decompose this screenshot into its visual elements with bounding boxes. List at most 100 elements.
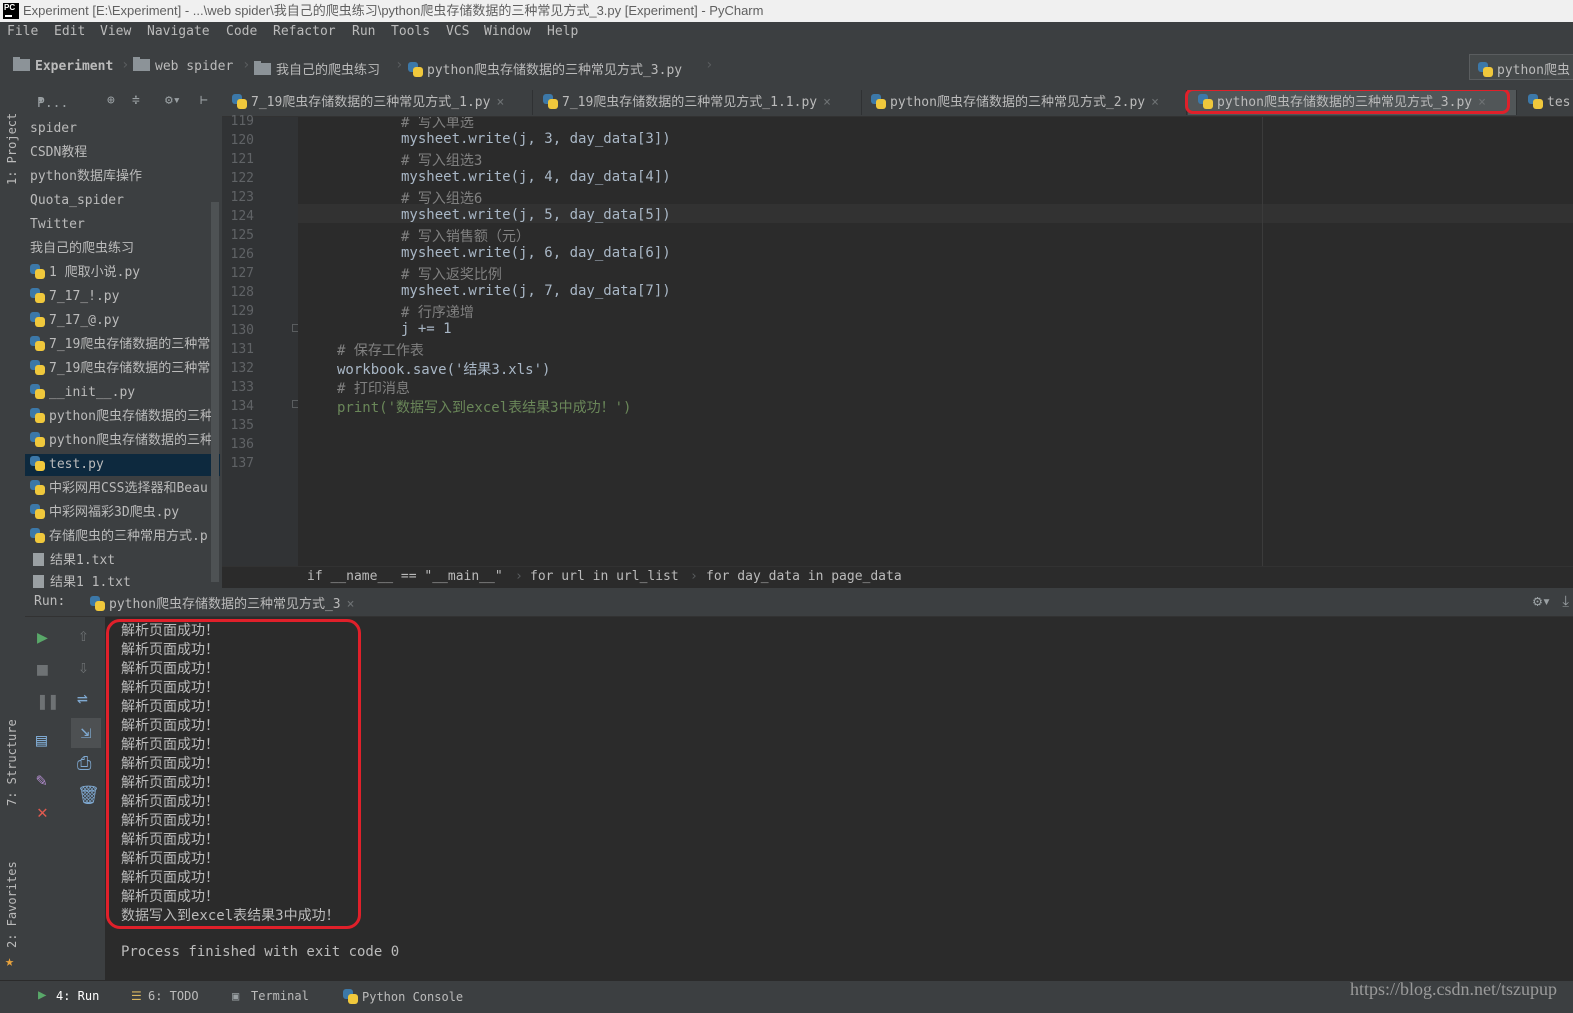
folder-icon [254, 61, 271, 75]
python-file-icon [232, 94, 247, 109]
terminal-tool-button[interactable]: Terminal [251, 989, 309, 1003]
tree-item-folder[interactable]: python数据库操作 [30, 166, 142, 188]
close-icon[interactable]: × [823, 95, 831, 110]
scroll-to-end-icon[interactable]: ⇲ [71, 718, 101, 748]
soft-wrap-icon[interactable]: ⇌ [77, 690, 88, 708]
editor-gutter: 119 120 121 122 123 124 125 126 127 128 … [222, 114, 300, 567]
nav-crumb-file[interactable]: python爬虫存储数据的三种常见方式_3.py [408, 59, 682, 78]
tree-item-folder[interactable]: Twitter [30, 214, 85, 236]
python-file-icon [1528, 94, 1543, 109]
run-config-tab[interactable]: python爬虫存储数据的三种常见方式_3 × [90, 593, 354, 612]
nav-crumb-project[interactable]: Experiment [13, 57, 113, 74]
tree-item-file[interactable]: python爬虫存储数据的三种 [30, 406, 213, 428]
close-run-icon[interactable]: ✕ [37, 804, 48, 822]
close-icon[interactable]: × [496, 95, 504, 110]
editor-tab-bar: 7_19爬虫存储数据的三种常见方式_1.py × 7_19爬虫存储数据的三种常见方… [222, 90, 1573, 117]
close-icon[interactable]: × [1151, 95, 1159, 110]
python-file-icon [30, 432, 45, 447]
print-icon[interactable]: ⎙ [77, 755, 91, 773]
breadcrumb-for-url[interactable]: for url in url_list [530, 569, 679, 584]
structure-tool-button[interactable]: 7: Structure [5, 719, 19, 806]
tree-item-file[interactable]: __init__.py [30, 382, 135, 404]
menu-vcs[interactable]: VCS [446, 24, 469, 39]
tree-item-file[interactable]: 7_17_!.py [30, 286, 119, 308]
tree-item-file[interactable]: 结果1.txt [30, 550, 115, 572]
star-icon: ★ [5, 952, 15, 970]
code-line: mysheet.write(j, 7, day_data[7]) [401, 283, 671, 299]
menu-refactor[interactable]: Refactor [273, 24, 336, 39]
menu-file[interactable]: File [7, 24, 38, 39]
download-icon[interactable]: ⤓ [1562, 592, 1569, 610]
line-number: 126 [230, 247, 254, 262]
python-console-tool-button[interactable]: Python Console [343, 989, 463, 1004]
breadcrumb-for-day-data[interactable]: for day_data in page_data [706, 569, 902, 584]
pause-icon[interactable]: ❚❚ [37, 693, 59, 711]
tab-file-2[interactable]: 7_19爬虫存储数据的三种常见方式_1.1.py × [533, 90, 862, 115]
layout-icon[interactable]: ▤ [36, 732, 47, 750]
tree-item-file[interactable]: 中彩网用CSS选择器和Beau [30, 478, 208, 500]
nav-crumb-practice[interactable]: 我自己的爬虫练习 [254, 59, 380, 78]
stop-icon[interactable]: ■ [37, 661, 48, 679]
tree-item-folder[interactable]: 我自己的爬虫练习 [30, 238, 134, 260]
line-number: 120 [230, 133, 254, 148]
tree-item-file[interactable]: 存储爬虫的三种常用方式.p [30, 526, 208, 548]
run-toolbar: ▶ ■ ❚❚ ▤ ✎ ✕ ⇧ ⇩ ⇌ ⇲ ⎙ 🗑 [25, 617, 105, 980]
hide-panel-icon[interactable]: ⊢ [200, 93, 208, 108]
line-number: 119 [230, 114, 254, 129]
locate-icon[interactable]: ⊕ [107, 93, 115, 108]
run-console[interactable]: 解析页面成功！ 解析页面成功！ 解析页面成功！ 解析页面成功！ 解析页面成功！ … [106, 617, 1573, 980]
code-editor[interactable]: # 写入单选 mysheet.write(j, 3, day_data[3]) … [298, 117, 1573, 567]
left-tool-stripe: 1: Project 7: Structure 2: Favorites ★ [0, 90, 26, 980]
line-number: 124 [230, 209, 254, 224]
title-bar: PC Experiment [E:\Experiment] - ...\web … [0, 0, 1573, 22]
tree-item-folder[interactable]: CSDN教程 [30, 142, 87, 164]
project-panel: P... ▾ ⊕ ≑ ⚙▾ ⊢ spider CSDN教程 python数据库操… [25, 90, 222, 588]
menu-window[interactable]: Window [484, 24, 531, 39]
arrow-up-icon[interactable]: ⇧ [78, 627, 89, 645]
arrow-down-icon[interactable]: ⇩ [78, 659, 89, 677]
python-file-icon [30, 528, 45, 543]
menu-view[interactable]: View [100, 24, 131, 39]
tree-item-file[interactable]: python爬虫存储数据的三种 [30, 430, 213, 452]
tree-item-file[interactable]: 中彩网福彩3D爬虫.py [30, 502, 179, 524]
breadcrumb-if-main[interactable]: if __name__ == "__main__" [307, 569, 503, 584]
todo-tool-button[interactable]: 6: TODO [148, 989, 199, 1003]
project-view-selector[interactable]: P... ▾ [37, 93, 68, 111]
menu-tools[interactable]: Tools [391, 24, 430, 39]
project-scrollbar[interactable] [211, 202, 219, 582]
favorites-tool-button[interactable]: 2: Favorites [5, 861, 19, 948]
menu-run[interactable]: Run [352, 24, 375, 39]
menu-edit[interactable]: Edit [54, 24, 85, 39]
line-number: 133 [230, 380, 254, 395]
project-tool-button[interactable]: 1: Project [5, 113, 19, 185]
tab-file-3[interactable]: python爬虫存储数据的三种常见方式_2.py × [861, 90, 1187, 115]
tree-item-file[interactable]: 7_19爬虫存储数据的三种常 [30, 334, 210, 356]
menu-help[interactable]: Help [547, 24, 578, 39]
tree-item-file-selected[interactable]: test.py [25, 454, 220, 476]
menu-navigate[interactable]: Navigate [147, 24, 210, 39]
code-line: # 写入销售额（元） [401, 229, 530, 245]
collapse-all-icon[interactable]: ≑ [132, 93, 140, 108]
run-tool-button[interactable]: 4: Run [56, 989, 99, 1003]
menu-bar: File Edit View Navigate Code Refactor Ru… [0, 22, 1573, 44]
gear-icon[interactable]: ⚙▾ [165, 93, 181, 108]
tree-item-file[interactable]: 1 爬取小说.py [30, 262, 140, 284]
close-icon[interactable]: × [347, 597, 355, 612]
tree-item-folder[interactable]: Quota_spider [30, 190, 124, 212]
nav-crumb-web-spider[interactable]: web spider [133, 57, 233, 74]
tab-file-5[interactable]: tes [1518, 90, 1573, 115]
menu-code[interactable]: Code [226, 24, 257, 39]
tree-item-file[interactable]: 7_19爬虫存储数据的三种常 [30, 358, 210, 380]
tree-item-folder[interactable]: spider [30, 118, 77, 140]
tree-item-file[interactable]: 7_17_@.py [30, 310, 119, 332]
run-config-selector[interactable]: python爬虫 [1469, 54, 1573, 80]
code-line: workbook.save('结果3.xls') [337, 362, 551, 378]
tab-file-1[interactable]: 7_19爬虫存储数据的三种常见方式_1.py × [222, 90, 533, 115]
rerun-icon[interactable]: ▶ [37, 629, 48, 647]
trash-icon[interactable]: 🗑 [77, 787, 100, 805]
tree-item-file[interactable]: 结果1_1.txt [30, 572, 131, 588]
pin-icon[interactable]: ✎ [36, 772, 47, 790]
gear-icon[interactable]: ⚙▾ [1533, 592, 1551, 610]
folder-icon [13, 57, 30, 71]
todo-icon: ☰ [131, 989, 142, 1003]
